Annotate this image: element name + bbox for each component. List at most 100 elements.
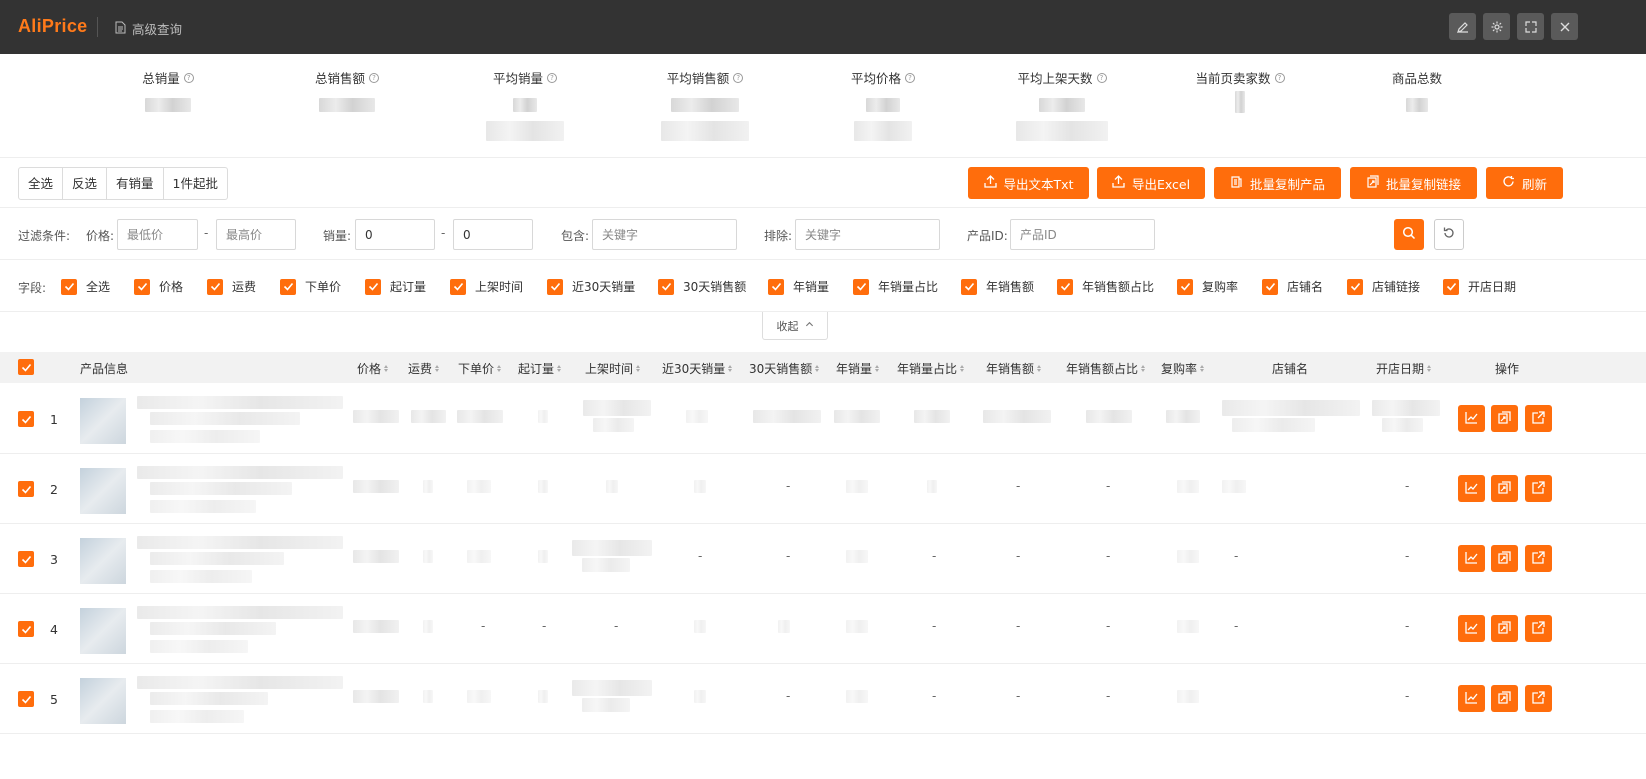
price-max-input[interactable] — [216, 219, 296, 250]
exclude-keyword-input[interactable] — [795, 219, 940, 250]
col-year-sales-pct[interactable]: 年销量占比 — [897, 360, 965, 377]
field-checkbox-10[interactable]: 年销售额 — [961, 278, 1034, 295]
col-freight[interactable]: 运费 — [408, 360, 440, 377]
col-open-date[interactable]: 开店日期 — [1376, 360, 1432, 377]
has-sales-button[interactable]: 有销量 — [107, 168, 164, 199]
sales-min-input[interactable] — [355, 219, 435, 250]
product-title-blurred[interactable] — [137, 536, 343, 549]
trend-chart-button[interactable] — [1458, 615, 1485, 642]
product-title-blurred[interactable] — [137, 396, 343, 409]
col-year-revenue[interactable]: 年销售额 — [986, 360, 1042, 377]
open-link-button[interactable] — [1525, 615, 1552, 642]
field-checkbox-13[interactable]: 店铺名 — [1262, 278, 1323, 295]
field-checkbox-11[interactable]: 年销售额占比 — [1057, 278, 1154, 295]
checkbox-checked[interactable] — [365, 278, 381, 295]
sales-max-input[interactable] — [453, 219, 533, 250]
trend-chart-button[interactable] — [1458, 685, 1485, 712]
field-checkbox-5[interactable]: 上架时间 — [450, 278, 523, 295]
field-checkbox-14[interactable]: 店铺链接 — [1347, 278, 1420, 295]
field-checkbox-1[interactable]: 价格 — [134, 278, 183, 295]
open-link-button[interactable] — [1525, 405, 1552, 432]
product-title-blurred[interactable] — [137, 606, 343, 619]
product-thumbnail[interactable] — [80, 608, 126, 654]
checkbox-checked[interactable] — [853, 278, 869, 295]
help-icon[interactable]: ? — [733, 72, 744, 83]
fullscreen-icon[interactable] — [1517, 13, 1544, 40]
product-thumbnail[interactable] — [80, 398, 126, 444]
row-checkbox[interactable] — [18, 691, 34, 707]
select-all-button[interactable]: 全选 — [19, 168, 64, 199]
price-min-input[interactable] — [117, 219, 198, 250]
copy-button[interactable] — [1491, 405, 1518, 432]
col-sales-30d[interactable]: 近30天销量 — [662, 360, 733, 377]
copy-button[interactable] — [1491, 615, 1518, 642]
checkbox-checked[interactable] — [658, 278, 674, 295]
checkbox-checked[interactable] — [134, 278, 150, 295]
refresh-button[interactable]: 刷新 — [1486, 167, 1563, 199]
field-checkbox-6[interactable]: 近30天销量 — [547, 278, 635, 295]
reset-button[interactable] — [1434, 219, 1464, 250]
product-thumbnail[interactable] — [80, 678, 126, 724]
col-revenue-30d[interactable]: 30天销售额 — [749, 360, 820, 377]
checkbox-checked[interactable] — [1262, 278, 1278, 295]
close-icon[interactable] — [1551, 13, 1578, 40]
open-link-button[interactable] — [1525, 545, 1552, 572]
open-link-button[interactable] — [1525, 685, 1552, 712]
checkbox-checked[interactable] — [61, 278, 77, 295]
row-checkbox[interactable] — [18, 481, 34, 497]
col-moq[interactable]: 起订量 — [518, 360, 562, 377]
product-title-blurred[interactable] — [137, 466, 343, 479]
table-row[interactable]: 4 - - - - - - - - — [0, 594, 1646, 664]
checkbox-checked[interactable] — [450, 278, 466, 295]
field-checkbox-4[interactable]: 起订量 — [365, 278, 426, 295]
help-icon[interactable]: ? — [183, 72, 194, 83]
checkbox-checked[interactable] — [768, 278, 784, 295]
col-repurchase[interactable]: 复购率 — [1161, 360, 1205, 377]
checkbox-checked[interactable] — [280, 278, 296, 295]
help-icon[interactable]: ? — [547, 72, 557, 83]
copy-button[interactable] — [1491, 475, 1518, 502]
open-link-button[interactable] — [1525, 475, 1552, 502]
batch-copy-products-button[interactable]: 批量复制产品 — [1214, 167, 1341, 199]
col-order-price[interactable]: 下单价 — [458, 360, 502, 377]
product-id-input[interactable] — [1010, 219, 1155, 250]
collapse-button[interactable]: 收起 — [762, 312, 828, 340]
trend-chart-button[interactable] — [1458, 545, 1485, 572]
help-icon[interactable]: ? — [1096, 72, 1107, 83]
trend-chart-button[interactable] — [1458, 405, 1485, 432]
col-year-sales[interactable]: 年销量 — [836, 360, 880, 377]
copy-button[interactable] — [1491, 545, 1518, 572]
field-checkbox-7[interactable]: 30天销售额 — [658, 278, 746, 295]
select-all-checkbox[interactable] — [18, 359, 34, 375]
help-icon[interactable]: ? — [905, 72, 915, 83]
export-txt-button[interactable]: 导出文本Txt — [968, 167, 1089, 199]
product-thumbnail[interactable] — [80, 538, 126, 584]
help-icon[interactable]: ? — [369, 72, 379, 83]
checkbox-checked[interactable] — [547, 278, 563, 295]
moq-one-button[interactable]: 1件起批 — [164, 168, 227, 199]
field-checkbox-0[interactable]: 全选 — [61, 278, 110, 295]
table-row[interactable]: 5 - - - - - — [0, 664, 1646, 734]
checkbox-checked[interactable] — [207, 278, 223, 295]
product-thumbnail[interactable] — [80, 468, 126, 514]
col-price[interactable]: 价格 — [357, 360, 389, 377]
checkbox-checked[interactable] — [1443, 278, 1459, 295]
table-row[interactable]: 1 — [0, 384, 1646, 454]
checkbox-checked[interactable] — [1347, 278, 1363, 295]
settings-icon[interactable] — [1483, 13, 1510, 40]
row-checkbox[interactable] — [18, 411, 34, 427]
field-checkbox-2[interactable]: 运费 — [207, 278, 256, 295]
field-checkbox-15[interactable]: 开店日期 — [1443, 278, 1516, 295]
trend-chart-button[interactable] — [1458, 475, 1485, 502]
row-checkbox[interactable] — [18, 621, 34, 637]
field-checkbox-9[interactable]: 年销量占比 — [853, 278, 938, 295]
col-year-revenue-pct[interactable]: 年销售额占比 — [1066, 360, 1146, 377]
checkbox-checked[interactable] — [1057, 278, 1073, 295]
product-title-blurred[interactable] — [137, 676, 343, 689]
export-excel-button[interactable]: 导出Excel — [1097, 167, 1205, 199]
edit-icon[interactable] — [1449, 13, 1476, 40]
field-checkbox-12[interactable]: 复购率 — [1177, 278, 1238, 295]
row-checkbox[interactable] — [18, 551, 34, 567]
invert-selection-button[interactable]: 反选 — [63, 168, 108, 199]
table-row[interactable]: 3 - - - - - - - — [0, 524, 1646, 594]
